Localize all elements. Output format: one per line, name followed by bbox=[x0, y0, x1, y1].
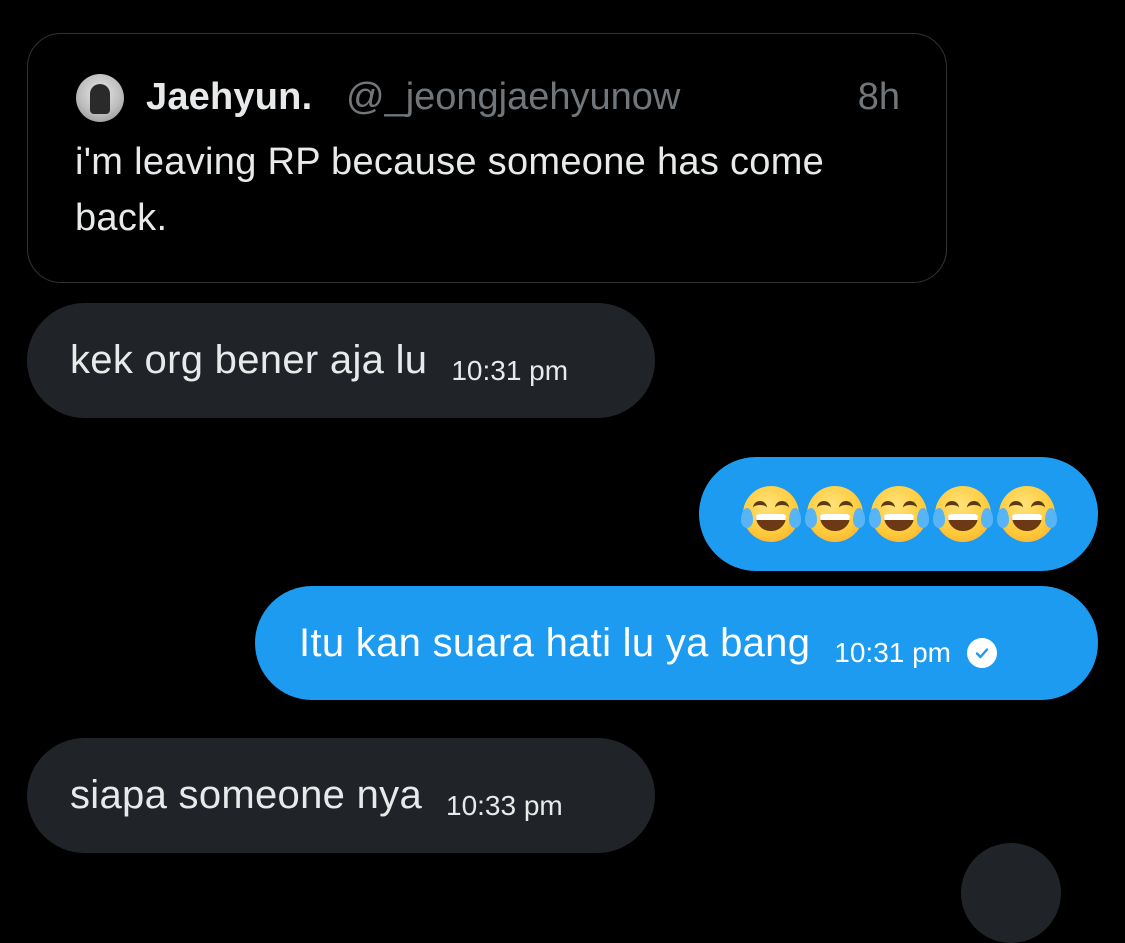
message-time: 10:31 pm bbox=[451, 354, 569, 386]
message-text: siapa someone nya bbox=[70, 773, 422, 817]
read-check-icon bbox=[967, 638, 998, 668]
message-time: 10:33 pm bbox=[446, 789, 563, 821]
message-bubble-incoming[interactable]: kek org bener aja lu 10:31 pm bbox=[27, 303, 655, 418]
next-message-bubble-partial bbox=[961, 843, 1061, 943]
tweet-time: 8h bbox=[857, 76, 900, 118]
message-bubble-outgoing[interactable]: Itu kan suara hati lu ya bang 10:31 pm bbox=[255, 586, 1098, 700]
message-text: Itu kan suara hati lu ya bang bbox=[299, 620, 811, 665]
laughing-emoji-icon bbox=[933, 486, 993, 542]
laughing-emoji-icon bbox=[997, 486, 1057, 542]
emoji-row bbox=[741, 486, 1057, 542]
quoted-tweet-card[interactable]: Jaehyun. @_jeongjaehyunow 8h i'm leaving… bbox=[27, 33, 947, 283]
message-bubble-incoming[interactable]: siapa someone nya 10:33 pm bbox=[27, 738, 655, 853]
message-bubble-outgoing[interactable] bbox=[699, 457, 1098, 571]
laughing-emoji-icon bbox=[869, 486, 929, 542]
tweet-text: i'm leaving RP because someone has come … bbox=[75, 141, 825, 239]
author-name: Jaehyun. bbox=[146, 76, 313, 118]
author-handle: @_jeongjaehyunow bbox=[346, 76, 681, 118]
laughing-emoji-icon bbox=[741, 486, 801, 542]
message-time: 10:31 pm bbox=[834, 637, 952, 668]
laughing-emoji-icon bbox=[805, 486, 865, 542]
message-text: kek org bener aja lu bbox=[70, 338, 428, 382]
author-avatar bbox=[76, 74, 124, 122]
